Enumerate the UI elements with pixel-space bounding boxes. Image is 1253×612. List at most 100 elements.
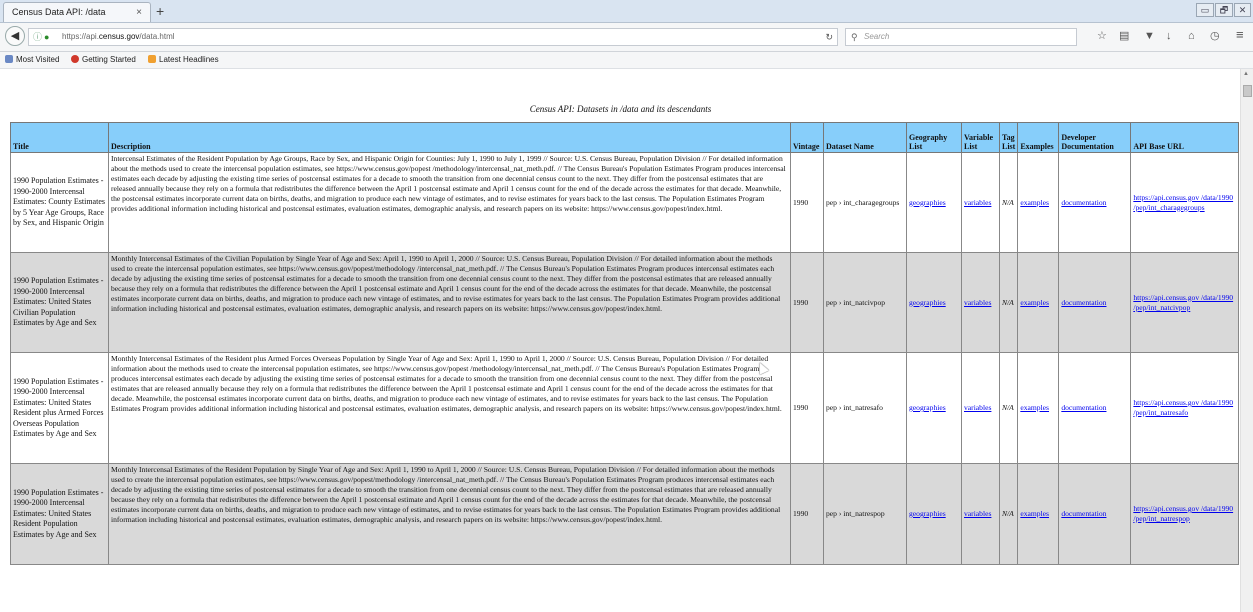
tab-close-icon[interactable]: × xyxy=(136,3,142,22)
cell-tag-list: N/A xyxy=(998,352,1019,464)
menu-icon[interactable]: ≡ xyxy=(1236,28,1244,42)
examples-link[interactable]: examples xyxy=(1020,403,1049,412)
maximize-button[interactable]: 🗗 xyxy=(1215,3,1233,17)
table-cell: examples xyxy=(1017,252,1060,353)
variables-link[interactable]: variables xyxy=(964,198,991,207)
header-description: Description xyxy=(108,122,791,153)
table-cell: https://api.census.gov /data/1990 /pep/i… xyxy=(1130,352,1240,464)
navigation-toolbar: ◀ ⓘ ● https://api.census.gov/data.html ↻… xyxy=(0,23,1253,52)
history-icon[interactable]: ◷ xyxy=(1210,29,1220,43)
reading-list-icon[interactable]: ▤ xyxy=(1119,29,1129,43)
documentation-link[interactable]: documentation xyxy=(1061,298,1106,307)
reload-icon[interactable]: ↻ xyxy=(825,29,833,45)
table-cell: geographies xyxy=(906,152,962,253)
page-caption: Census API: Datasets in /data and its de… xyxy=(529,104,712,114)
bookmark-folder-icon xyxy=(5,55,13,63)
header-examples: Examples xyxy=(1017,122,1060,153)
search-input[interactable]: ⚲ Search xyxy=(845,28,1077,46)
table-cell: documentation xyxy=(1058,352,1132,464)
examples-link[interactable]: examples xyxy=(1020,509,1049,518)
table-cell: geographies xyxy=(906,252,962,353)
page-content: Census API: Datasets in /data and its de… xyxy=(0,69,1241,612)
bookmark-star-icon[interactable]: ☆ xyxy=(1097,29,1107,43)
bookmark-getting-started[interactable]: Getting Started xyxy=(71,52,136,68)
tab-title: Census Data API: /data xyxy=(12,7,106,17)
lock-icon[interactable]: ● xyxy=(44,29,49,45)
bookmarks-toolbar: Most Visited Getting Started Latest Head… xyxy=(0,52,1253,69)
geographies-link[interactable]: geographies xyxy=(909,509,946,518)
table-cell: https://api.census.gov /data/1990 /pep/i… xyxy=(1130,152,1240,253)
table-cell: documentation xyxy=(1058,252,1132,353)
api-base-url-link[interactable]: https://api.census.gov /data/1990 /pep/i… xyxy=(1133,398,1233,417)
table-header-row: Title Description Vintage Dataset Name G… xyxy=(10,122,1240,153)
geographies-link[interactable]: geographies xyxy=(909,298,946,307)
cell-dataset-name: pep › int_charagegroups xyxy=(823,152,907,253)
table-cell: https://api.census.gov /data/1990 /pep/i… xyxy=(1130,463,1240,565)
home-icon[interactable]: ⌂ xyxy=(1188,29,1195,43)
documentation-link[interactable]: documentation xyxy=(1061,403,1106,412)
cell-description: Monthly Intercensal Estimates of the Civ… xyxy=(108,252,791,353)
examples-link[interactable]: examples xyxy=(1020,298,1049,307)
rss-feed-icon xyxy=(148,55,156,63)
table-cell: variables xyxy=(961,252,1000,353)
header-variable-list: Variable List xyxy=(961,122,1000,153)
table-cell: variables xyxy=(961,352,1000,464)
examples-link[interactable]: examples xyxy=(1020,198,1049,207)
cell-description: Monthly Intercensal Estimates of the Res… xyxy=(108,352,791,464)
header-dataset-name: Dataset Name xyxy=(823,122,907,153)
url-text: https://api.census.gov/data.html xyxy=(62,32,175,41)
table-cell: variables xyxy=(961,463,1000,565)
cell-dataset-name: pep › int_natresafo xyxy=(823,352,907,464)
table-cell: geographies xyxy=(906,352,962,464)
minimize-button[interactable]: ▭ xyxy=(1196,3,1214,17)
back-arrow-icon[interactable]: ◀ xyxy=(5,26,25,46)
scroll-up-icon[interactable]: ▲ xyxy=(1243,71,1249,77)
table-cell: documentation xyxy=(1058,463,1132,565)
info-icon[interactable]: ⓘ xyxy=(33,29,42,45)
new-tab-button[interactable]: + xyxy=(156,2,164,20)
table-cell: documentation xyxy=(1058,152,1132,253)
header-title: Title xyxy=(10,122,109,153)
header-geography-list: Geography List xyxy=(906,122,962,153)
header-api-base-url: API Base URL xyxy=(1130,122,1240,153)
table-cell: https://api.census.gov /data/1990 /pep/i… xyxy=(1130,252,1240,353)
geographies-link[interactable]: geographies xyxy=(909,198,946,207)
api-base-url-link[interactable]: https://api.census.gov /data/1990 /pep/i… xyxy=(1133,193,1233,212)
cell-vintage: 1990 xyxy=(790,152,824,253)
header-developer-documentation: Developer Documentation xyxy=(1058,122,1132,153)
cell-title: 1990 Population Estimates - 1990-2000 In… xyxy=(10,352,109,464)
table-cell: examples xyxy=(1017,352,1060,464)
cell-title: 1990 Population Estimates - 1990-2000 In… xyxy=(10,152,109,253)
cell-dataset-name: pep › int_natcivpop xyxy=(823,252,907,353)
firefox-icon xyxy=(71,55,79,63)
cell-vintage: 1990 xyxy=(790,352,824,464)
cell-title: 1990 Population Estimates - 1990-2000 In… xyxy=(10,463,109,565)
api-base-url-link[interactable]: https://api.census.gov /data/1990 /pep/i… xyxy=(1133,504,1233,523)
address-bar[interactable]: ⓘ ● https://api.census.gov/data.html ↻ xyxy=(28,28,838,46)
header-tag-list: Tag List xyxy=(998,122,1019,153)
variables-link[interactable]: variables xyxy=(964,403,991,412)
cell-description: Intercensal Estimates of the Resident Po… xyxy=(108,152,791,253)
bookmark-most-visited[interactable]: Most Visited xyxy=(5,52,59,68)
cell-description: Monthly Intercensal Estimates of the Res… xyxy=(108,463,791,565)
vertical-scrollbar[interactable]: ▲ xyxy=(1240,69,1253,612)
variables-link[interactable]: variables xyxy=(964,509,991,518)
cell-dataset-name: pep › int_natrespop xyxy=(823,463,907,565)
table-row: 1990 Population Estimates - 1990-2000 In… xyxy=(10,463,1240,565)
download-icon[interactable]: ↓ xyxy=(1166,29,1172,43)
table-cell: geographies xyxy=(906,463,962,565)
table-cell: examples xyxy=(1017,152,1060,253)
scrollbar-thumb[interactable] xyxy=(1243,85,1252,97)
documentation-link[interactable]: documentation xyxy=(1061,198,1106,207)
api-base-url-link[interactable]: https://api.census.gov /data/1990 /pep/i… xyxy=(1133,293,1233,312)
bookmark-latest-headlines[interactable]: Latest Headlines xyxy=(148,52,219,68)
documentation-link[interactable]: documentation xyxy=(1061,509,1106,518)
table-cell: variables xyxy=(961,152,1000,253)
variables-link[interactable]: variables xyxy=(964,298,991,307)
geographies-link[interactable]: geographies xyxy=(909,403,946,412)
pocket-icon[interactable]: ▼ xyxy=(1144,29,1155,43)
close-window-button[interactable]: ✕ xyxy=(1234,3,1251,17)
cell-title: 1990 Population Estimates - 1990-2000 In… xyxy=(10,252,109,353)
datasets-table: Title Description Vintage Dataset Name G… xyxy=(10,122,1240,565)
browser-tab[interactable]: Census Data API: /data × xyxy=(3,2,151,22)
